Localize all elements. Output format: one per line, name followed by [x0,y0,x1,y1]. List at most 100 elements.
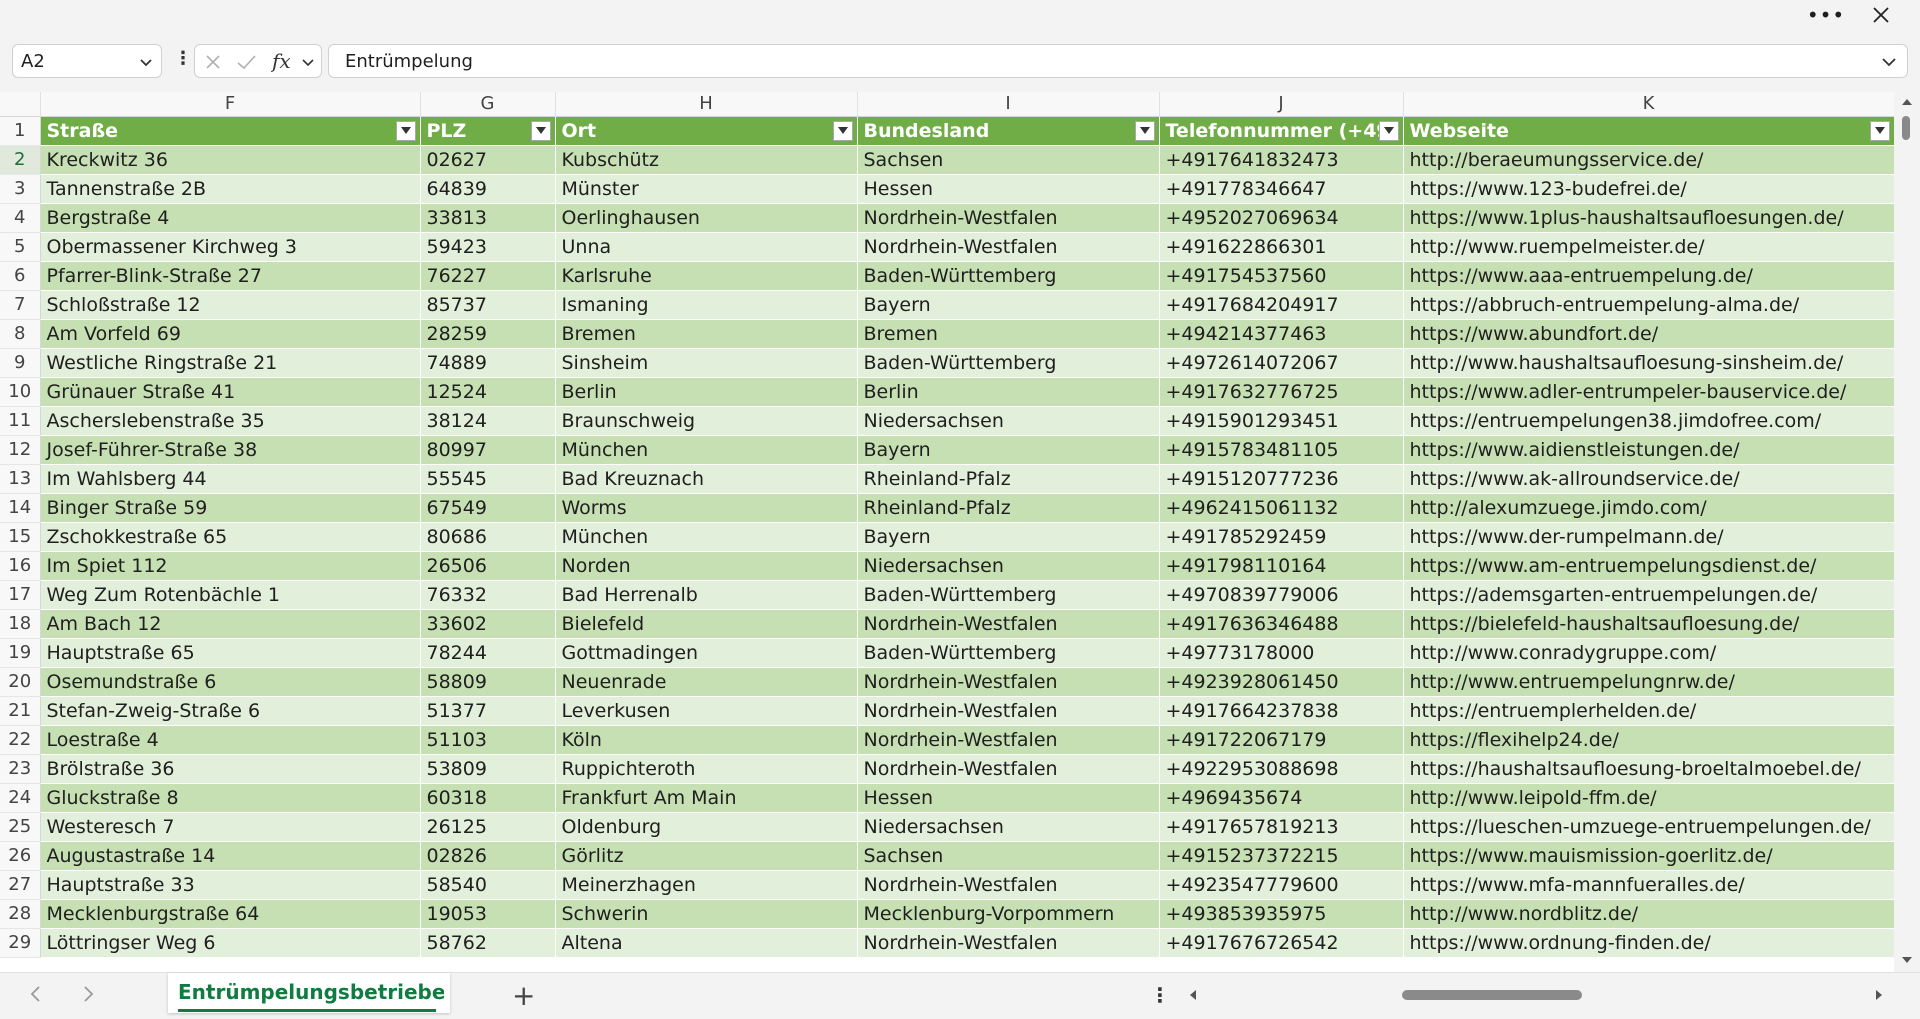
table-cell[interactable]: 38124 [420,406,556,436]
table-cell[interactable]: 80997 [420,435,556,465]
row-number[interactable]: 8 [0,319,41,349]
filter-dropdown-icon[interactable] [1378,120,1399,141]
table-cell[interactable]: +494214377463 [1159,319,1404,349]
scroll-down-icon[interactable] [1900,952,1914,971]
table-header-cell[interactable]: Webseite [1403,116,1895,146]
row-number[interactable]: 21 [0,696,41,726]
table-cell[interactable]: Bad Herrenalb [555,580,858,610]
row-number[interactable]: 9 [0,348,41,378]
row-number[interactable]: 26 [0,841,41,871]
table-cell[interactable]: Gottmadingen [555,638,858,668]
row-number[interactable]: 6 [0,261,41,291]
table-cell[interactable]: +4922953088698 [1159,754,1404,784]
table-cell[interactable]: +4969435674 [1159,783,1404,813]
next-sheet-icon[interactable] [80,985,96,1007]
table-cell[interactable]: +4962415061132 [1159,493,1404,523]
table-cell[interactable]: 58809 [420,667,556,697]
spreadsheet-grid[interactable]: F G H I J K 1 Straße PLZ Ort Bundesland Telefonnumm… [0,92,1920,972]
table-cell[interactable]: Rheinland-Pfalz [857,493,1160,523]
column-header[interactable]: K [1403,92,1895,117]
table-cell[interactable]: 76332 [420,580,556,610]
table-cell[interactable]: Münster [555,174,858,204]
table-cell[interactable]: +4917676726542 [1159,928,1404,958]
table-cell[interactable]: 76227 [420,261,556,291]
formula-input[interactable]: Entrümpelung [328,44,1908,78]
table-cell[interactable]: Köln [555,725,858,755]
insert-function-icon[interactable]: fx [270,48,297,78]
table-cell[interactable]: Nordrhein-Westfalen [857,609,1160,639]
scroll-left-icon[interactable] [1186,987,1200,1006]
table-cell[interactable]: +491622866301 [1159,232,1404,262]
table-cell[interactable]: +491722067179 [1159,725,1404,755]
table-cell[interactable]: https://www.aaa-entruempelung.de/ [1403,261,1895,291]
table-header-cell[interactable]: Ort [555,116,858,146]
table-cell[interactable]: +4915783481105 [1159,435,1404,465]
table-cell[interactable]: 51377 [420,696,556,726]
table-cell[interactable]: +4917641832473 [1159,145,1404,175]
table-cell[interactable]: +4923547779600 [1159,870,1404,900]
table-cell[interactable]: http://www.nordblitz.de/ [1403,899,1895,929]
table-cell[interactable]: Ruppichteroth [555,754,858,784]
scroll-up-icon[interactable] [1900,94,1914,113]
table-cell[interactable]: Karlsruhe [555,261,858,291]
table-cell[interactable]: 12524 [420,377,556,407]
table-header-cell[interactable]: Bundesland [857,116,1160,146]
table-cell[interactable]: Baden-Württemberg [857,580,1160,610]
table-cell[interactable]: https://www.mauismission-goerlitz.de/ [1403,841,1895,871]
table-cell[interactable]: https://www.ak-allroundservice.de/ [1403,464,1895,494]
row-number[interactable]: 27 [0,870,41,900]
table-cell[interactable]: https://www.adler-entrumpeler-bauservice… [1403,377,1895,407]
table-header-cell[interactable]: Straße [40,116,421,146]
table-cell[interactable]: https://www.der-rumpelmann.de/ [1403,522,1895,552]
scroll-right-icon[interactable] [1872,987,1886,1006]
table-cell[interactable]: Mecklenburgstraße 64 [40,899,421,929]
table-cell[interactable]: http://www.conradygruppe.com/ [1403,638,1895,668]
table-cell[interactable]: Nordrhein-Westfalen [857,725,1160,755]
table-cell[interactable]: Westeresch 7 [40,812,421,842]
confirm-icon[interactable] [235,52,257,76]
table-cell[interactable]: https://www.abundfort.de/ [1403,319,1895,349]
table-cell[interactable]: Bayern [857,522,1160,552]
table-cell[interactable]: +4923928061450 [1159,667,1404,697]
more-vertical-icon[interactable]: ⋮ [1150,983,1170,1007]
table-cell[interactable]: 58762 [420,928,556,958]
table-cell[interactable]: Augustastraße 14 [40,841,421,871]
table-cell[interactable]: Baden-Württemberg [857,348,1160,378]
row-number[interactable]: 20 [0,667,41,697]
table-cell[interactable]: Grünauer Straße 41 [40,377,421,407]
row-number[interactable]: 24 [0,783,41,813]
table-cell[interactable]: 02627 [420,145,556,175]
table-cell[interactable]: +49773178000 [1159,638,1404,668]
table-header-cell[interactable]: Telefonnummer (+49) [1159,116,1404,146]
table-cell[interactable]: https://abbruch-entruempelung-alma.de/ [1403,290,1895,320]
row-number[interactable]: 22 [0,725,41,755]
table-cell[interactable]: Löttringser Weg 6 [40,928,421,958]
table-cell[interactable]: Am Bach 12 [40,609,421,639]
table-cell[interactable]: 59423 [420,232,556,262]
table-cell[interactable]: +4917684204917 [1159,290,1404,320]
column-header[interactable]: I [857,92,1160,117]
table-cell[interactable]: +491798110164 [1159,551,1404,581]
table-cell[interactable]: 55545 [420,464,556,494]
table-cell[interactable]: Nordrhein-Westfalen [857,667,1160,697]
table-cell[interactable]: Am Vorfeld 69 [40,319,421,349]
table-cell[interactable]: +4970839779006 [1159,580,1404,610]
table-cell[interactable]: Schwerin [555,899,858,929]
add-sheet-icon[interactable]: + [512,979,535,1012]
table-cell[interactable]: Kreckwitz 36 [40,145,421,175]
table-cell[interactable]: Frankfurt Am Main [555,783,858,813]
table-cell[interactable]: Nordrhein-Westfalen [857,696,1160,726]
row-number[interactable]: 4 [0,203,41,233]
table-cell[interactable]: +4972614072067 [1159,348,1404,378]
more-vertical-icon[interactable]: ⋮ [174,48,192,69]
table-cell[interactable]: Bayern [857,435,1160,465]
chevron-down-icon[interactable] [301,54,315,73]
table-cell[interactable]: 26125 [420,812,556,842]
row-number[interactable]: 14 [0,493,41,523]
table-cell[interactable]: Gluckstraße 8 [40,783,421,813]
table-cell[interactable]: +4917664237838 [1159,696,1404,726]
table-cell[interactable]: 85737 [420,290,556,320]
table-cell[interactable]: 33813 [420,203,556,233]
table-cell[interactable]: +4952027069634 [1159,203,1404,233]
table-cell[interactable]: München [555,435,858,465]
